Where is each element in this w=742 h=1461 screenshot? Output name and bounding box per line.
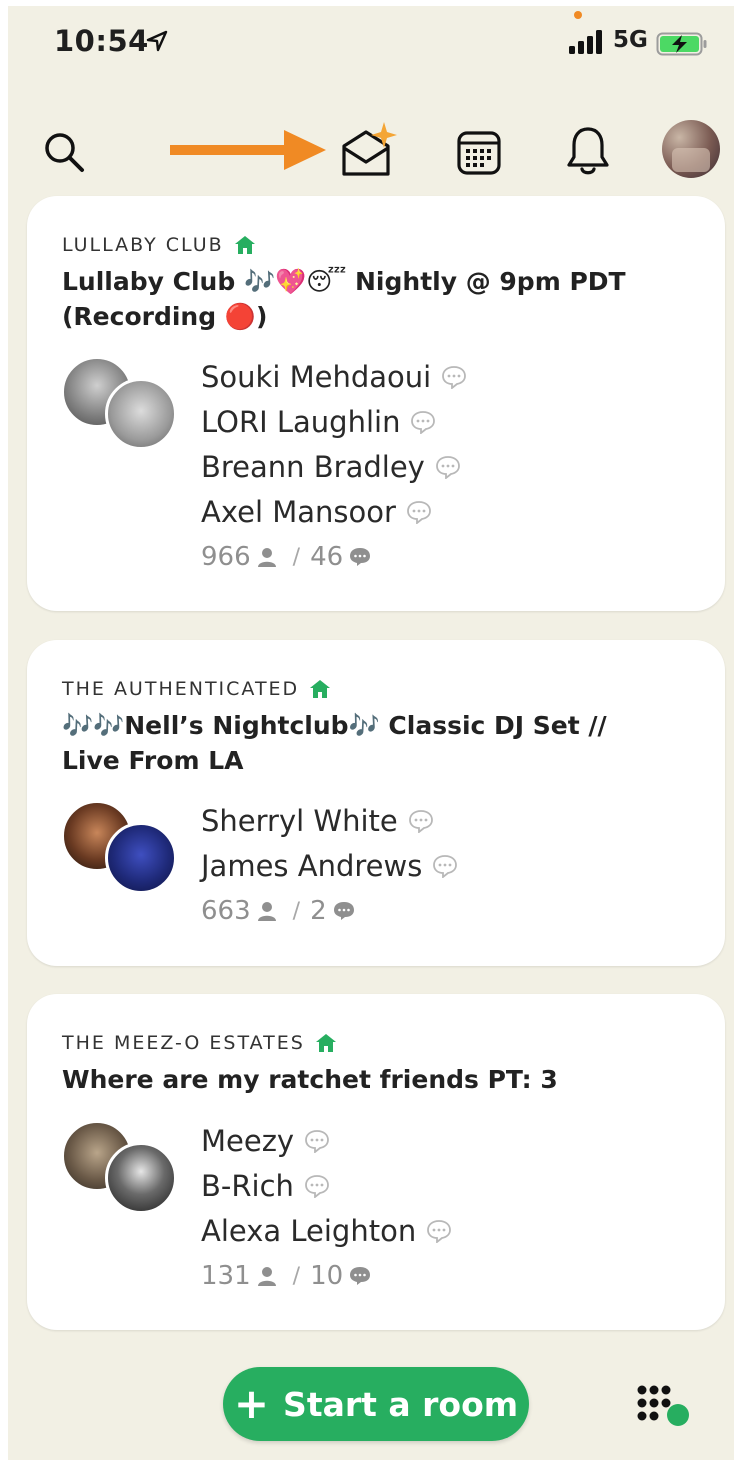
room-card[interactable]: THE AUTHENTICATED 🎶🎶Nell’s Nightclub🎶 Cl… [27,640,725,966]
listener-count: 131 [201,1261,251,1291]
chat-bubble-icon [433,854,458,878]
speaker-row: LORI Laughlin [201,399,467,444]
chat-bubble-icon [435,455,460,479]
separator: / [292,544,301,570]
speaker-name: Sherryl White [201,803,398,838]
start-room-button[interactable]: + Start a room [223,1367,529,1441]
club-row: LULLABY CLUB [62,234,256,256]
clubhouse-hallway-screen: 10:54 5G LULLABY CLUB Lullaby Club 🎶💖😴 N… [8,6,734,1460]
person-icon [257,1267,276,1286]
chat-filled-icon [350,548,371,566]
speaker-name: Axel Mansoor [201,494,396,529]
club-name[interactable]: THE MEEZ-O ESTATES [62,1032,305,1054]
speaker-avatars [61,800,183,900]
speaker-row: James Andrews [201,843,458,888]
speaker-row: Axel Mansoor [201,489,467,534]
invite-button[interactable] [334,118,404,182]
separator: / [292,898,301,924]
room-title: Lullaby Club 🎶💖😴 Nightly @ 9pm PDT (Reco… [62,267,626,331]
chat-bubble-icon [407,500,431,524]
speaker-avatar [105,1142,177,1214]
room-title: Where are my ratchet friends PT: 3 [62,1065,558,1094]
speaker-avatars [61,356,183,456]
chat-filled-icon [333,902,354,920]
separator: / [292,1263,301,1289]
speaker-name: James Andrews [201,848,423,883]
speaker-list: Meezy B-Rich Alexa Leighton 131 / 10 [201,1118,452,1299]
chat-filled-icon [350,1267,371,1285]
speaker-name: LORI Laughlin [201,404,401,439]
club-row: THE AUTHENTICATED [62,678,331,700]
room-counts: 966 / 46 [201,534,467,580]
speaker-name: B-Rich [201,1168,294,1203]
person-icon [257,548,276,567]
room-card[interactable]: LULLABY CLUB Lullaby Club 🎶💖😴 Nightly @ … [27,196,725,611]
calendar-icon [457,131,501,175]
speaker-row: Breann Bradley [201,444,467,489]
room-card[interactable]: THE MEEZ-O ESTATES Where are my ratchet … [27,994,725,1330]
invite-envelope-icon [342,122,397,176]
plus-icon: + [233,1379,270,1428]
speaker-name: Meezy [201,1123,295,1158]
speaker-list: Sherryl White James Andrews 663 / 2 [201,798,458,934]
speaker-list: Souki Mehdaoui LORI Laughlin Breann Brad… [201,354,467,580]
speaker-avatar [105,378,177,450]
listener-count: 663 [201,896,251,926]
profile-avatar[interactable] [662,120,720,178]
speaker-count: 10 [310,1261,344,1291]
backchannel-dots-button[interactable] [636,1384,696,1428]
speaker-count: 2 [310,896,327,926]
club-row: THE MEEZ-O ESTATES [62,1032,337,1054]
person-icon [257,902,276,921]
speaker-row: B-Rich [201,1163,452,1208]
status-bar: 10:54 5G [8,6,734,86]
speaker-row: Alexa Leighton [201,1208,452,1253]
camera-indicator-dot [574,11,582,19]
signal-strength-icon [569,30,602,54]
chat-bubble-icon [305,1129,329,1153]
room-counts: 663 / 2 [201,888,458,934]
speaker-count: 46 [310,542,344,572]
room-title: 🎶🎶Nell’s Nightclub🎶 Classic DJ Set // Li… [62,711,607,775]
start-room-label: Start a room [283,1384,519,1424]
listener-count: 966 [201,542,251,572]
speaker-name: Breann Bradley [201,449,425,484]
speaker-name: Souki Mehdaoui [201,359,432,394]
chat-bubble-icon [442,365,467,389]
chat-bubble-icon [304,1174,329,1198]
house-icon [315,1034,336,1052]
orange-pointer-arrow [170,130,326,170]
speaker-avatar [105,822,177,894]
battery-charging-icon [656,32,707,56]
speaker-row: Meezy [201,1118,452,1163]
network-type: 5G [613,27,648,53]
location-arrow-icon [146,30,168,52]
speaker-avatars [61,1120,183,1220]
calendar-button[interactable] [450,124,508,182]
bell-icon [567,127,609,175]
house-icon [234,236,255,254]
club-name[interactable]: THE AUTHENTICATED [62,678,299,700]
search-icon [45,133,84,172]
speaker-row: Sherryl White [201,798,458,843]
status-time: 10:54 [54,24,149,58]
chat-bubble-icon [408,809,433,833]
search-button[interactable] [36,124,92,180]
speaker-name: Alexa Leighton [201,1213,417,1248]
chat-bubble-icon [427,1219,452,1243]
notifications-button[interactable] [558,120,618,182]
house-icon [310,680,331,698]
speaker-row: Souki Mehdaoui [201,354,467,399]
chat-bubble-icon [411,410,436,434]
room-counts: 131 / 10 [201,1253,452,1299]
club-name[interactable]: LULLABY CLUB [62,234,224,256]
